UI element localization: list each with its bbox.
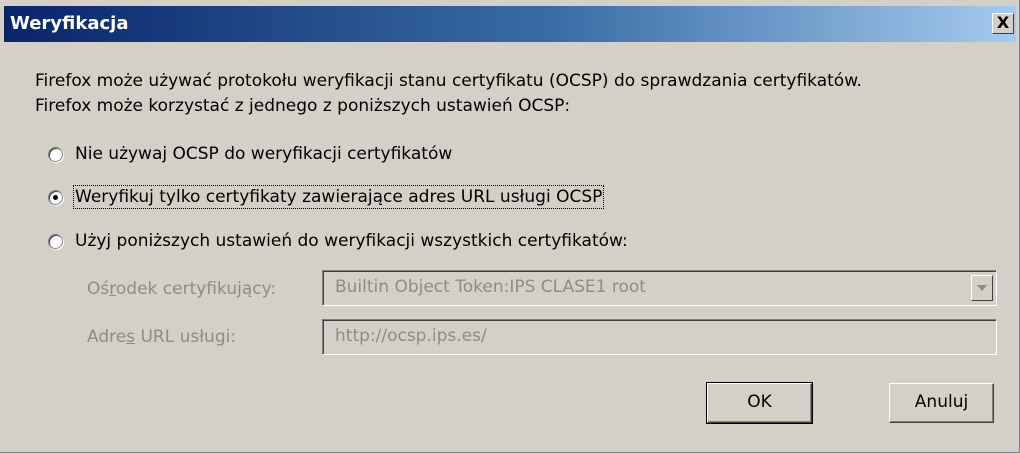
option-verify-all-label[interactable]: Użyj poniższych ustawień do weryfikacji … [75, 231, 628, 251]
ocsp-dialog: Weryfikacja X Firefox może używać protok… [0, 0, 1020, 453]
dialog-title: Weryfikacja [10, 13, 129, 34]
option-verify-all[interactable]: Użyj poniższych ustawień do weryfikacji … [48, 228, 628, 254]
option-no-ocsp-label[interactable]: Nie używaj OCSP do weryfikacji certyfika… [75, 144, 452, 164]
authority-select-value: Builtin Object Token:IPS CLASE1 root [335, 277, 646, 297]
title-bar[interactable]: Weryfikacja X [4, 6, 1016, 42]
url-input-value: http://ocsp.ips.es/ [335, 326, 487, 346]
ok-button[interactable]: OK [706, 382, 813, 424]
close-icon: X [996, 13, 1010, 32]
authority-select[interactable]: Builtin Object Token:IPS CLASE1 root [322, 270, 997, 306]
option-verify-with-url-label[interactable]: Weryfikuj tylko certyfikaty zawierające … [72, 185, 605, 209]
option-verify-with-url[interactable]: Weryfikuj tylko certyfikaty zawierające … [48, 184, 605, 210]
radio-verify-with-url[interactable] [48, 189, 63, 205]
description-line-2: Firefox może korzystać z jednego z poniż… [35, 96, 571, 116]
radio-verify-all[interactable] [48, 233, 63, 249]
url-input[interactable]: http://ocsp.ips.es/ [322, 319, 997, 355]
url-label: Adres URL usługi: [87, 327, 237, 347]
cancel-button[interactable]: Anuluj [889, 383, 994, 423]
option-no-ocsp[interactable]: Nie używaj OCSP do weryfikacji certyfika… [48, 141, 452, 167]
authority-label: Ośrodek certyfikujący: [87, 279, 277, 299]
radio-no-ocsp[interactable] [48, 146, 63, 162]
chevron-down-icon[interactable] [971, 275, 993, 301]
description-line-1: Firefox może używać protokołu weryfikacj… [35, 71, 862, 91]
close-button[interactable]: X [992, 13, 1014, 34]
